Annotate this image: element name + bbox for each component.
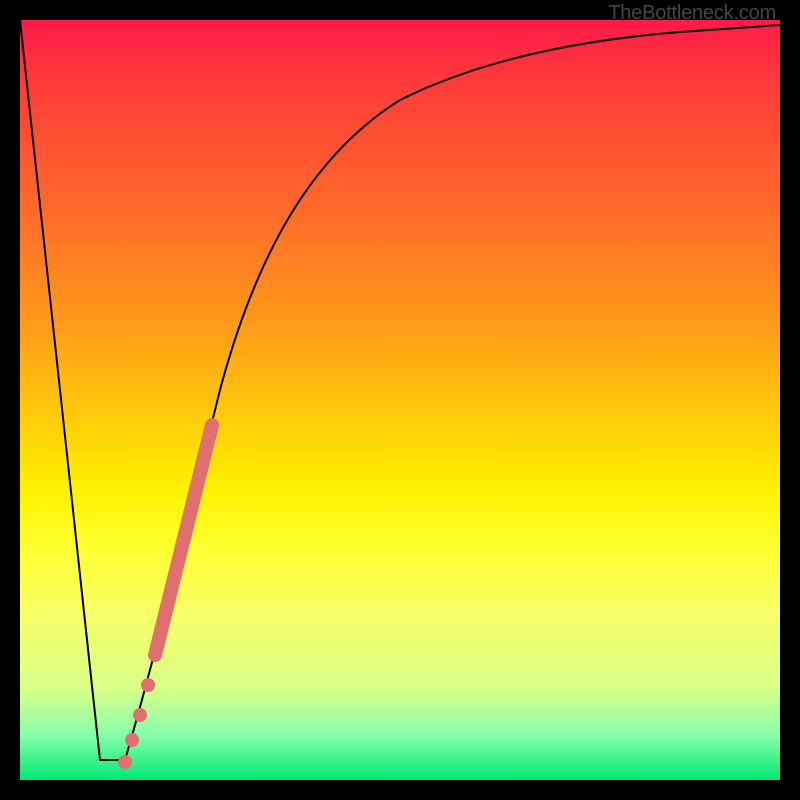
attribution-label: TheBottleneck.com bbox=[608, 2, 776, 25]
marker-dot bbox=[118, 755, 132, 769]
marker-dot bbox=[133, 708, 147, 722]
marker-dot bbox=[125, 733, 139, 747]
marker-dot bbox=[141, 678, 155, 692]
plot-area bbox=[20, 20, 780, 780]
chart-container: TheBottleneck.com bbox=[0, 0, 800, 800]
highlight-segment bbox=[155, 425, 212, 655]
chart-svg bbox=[20, 20, 780, 780]
bottleneck-curve bbox=[20, 20, 780, 760]
